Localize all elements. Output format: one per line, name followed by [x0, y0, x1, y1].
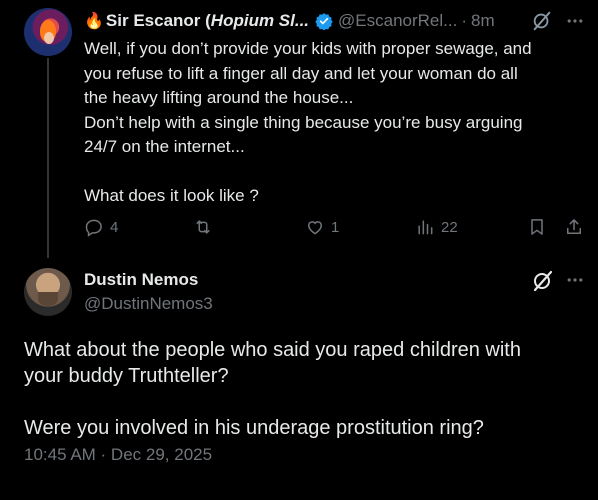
post-time[interactable]: 8m	[471, 11, 495, 31]
avatar-face	[44, 32, 54, 44]
post-text: What about the people who said you raped…	[24, 337, 584, 441]
text-line: 24/7 on the internet...	[84, 137, 245, 156]
more-icon[interactable]	[565, 10, 585, 32]
grok-icon[interactable]	[531, 269, 555, 293]
fire-emoji: 🔥	[84, 13, 104, 30]
avatar[interactable]	[24, 8, 72, 56]
like-icon	[307, 221, 323, 235]
text-line: What about the people who said you raped…	[24, 339, 521, 361]
author-name[interactable]: Dustin Nemos	[84, 270, 198, 290]
reply-button[interactable]: 4	[84, 217, 118, 237]
text-line: Don’t help with a single thing because y…	[84, 112, 523, 132]
repost-icon	[196, 220, 210, 234]
grok-icon[interactable]	[531, 10, 553, 32]
author-handle[interactable]: @EscanorRel...	[338, 11, 457, 31]
reply-count: 4	[110, 218, 119, 236]
main-post: Dustin Nemos @DustinNemos3 What about th…	[0, 258, 598, 500]
text-line: the heavy lifting around the house...	[84, 88, 354, 107]
post-timestamp[interactable]: 10:45 AM · Dec 29, 2025	[24, 445, 212, 465]
bookmark-button[interactable]	[527, 217, 547, 237]
views-count: 22	[441, 218, 458, 236]
author-name[interactable]: Sir Escanor (Hopium Sl...	[106, 11, 309, 31]
more-icon[interactable]	[565, 269, 585, 291]
reply-post[interactable]: 🔥 Sir Escanor (Hopium Sl... @EscanorRel.…	[0, 0, 598, 258]
views-button[interactable]: 22	[415, 217, 458, 237]
avatar-beard	[38, 292, 58, 306]
action-bar: 4 1 22	[84, 217, 592, 241]
reply-icon	[85, 219, 102, 237]
text-line: Well, if you don’t provide your kids wit…	[84, 39, 532, 58]
text-line: Were you involved in his underage prosti…	[24, 417, 484, 439]
post-text: Well, if you don’t provide your kids wit…	[84, 37, 584, 209]
post-header: 🔥 Sir Escanor (Hopium Sl... @EscanorRel.…	[84, 10, 495, 32]
verified-icon	[315, 13, 333, 30]
text-line: What does it look like ?	[84, 186, 259, 205]
repost-button[interactable]	[193, 217, 219, 237]
avatar[interactable]	[24, 268, 72, 316]
author-handle[interactable]: @DustinNemos3	[84, 294, 213, 314]
text-line: you refuse to lift a finger all day and …	[84, 63, 518, 83]
text-line: your buddy Truthteller?	[24, 365, 229, 387]
views-icon	[418, 220, 433, 235]
like-button[interactable]: 1	[305, 217, 339, 237]
share-icon	[567, 219, 581, 234]
share-button[interactable]	[564, 217, 584, 237]
separator-dot: ·	[461, 11, 468, 30]
like-count: 1	[331, 218, 340, 236]
bookmark-icon	[531, 219, 543, 235]
thread-connector-line	[47, 58, 49, 258]
